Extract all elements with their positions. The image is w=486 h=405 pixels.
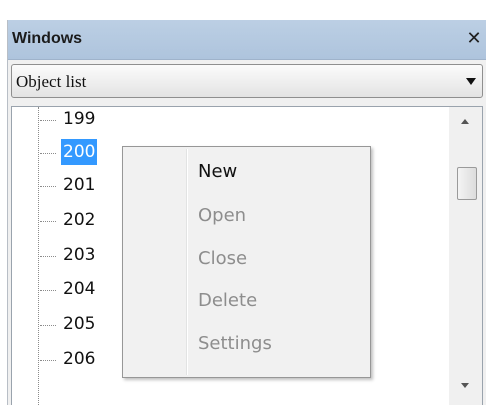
vertical-scrollbar[interactable] (449, 107, 482, 405)
scroll-down-arrow-icon[interactable] (461, 383, 469, 388)
tree-branch-line (40, 256, 56, 257)
menu-item-label: Delete (198, 290, 258, 311)
tree-branch-line (40, 186, 56, 187)
tree-item-199[interactable]: 199 (38, 107, 158, 132)
menu-item-new[interactable]: New (125, 153, 368, 193)
tree-item-label[interactable]: 204 (61, 276, 97, 302)
tree-branch-line (40, 360, 56, 361)
menu-item-label: New (198, 161, 238, 182)
tree-item-label[interactable]: 206 (61, 346, 97, 372)
tree-item-label[interactable]: 203 (61, 242, 97, 268)
close-icon[interactable]: ✕ (464, 27, 484, 51)
tree-item-label[interactable]: 199 (61, 107, 97, 132)
dropdown-value: Object list (16, 72, 87, 91)
tree-branch-line (40, 290, 56, 291)
tree-item-label[interactable]: 205 (61, 311, 97, 337)
tree-branch-line (40, 221, 56, 222)
menu-item-label: Settings (198, 333, 272, 354)
tree-item-label[interactable]: 202 (61, 207, 97, 233)
tree-branch-line (40, 120, 56, 121)
menu-item-delete[interactable]: Delete (125, 282, 368, 322)
menu-item-settings[interactable]: Settings (125, 325, 368, 365)
tree-branch-line (40, 325, 56, 326)
tree-branch-line (40, 153, 56, 154)
tree-item-label[interactable]: 201 (61, 172, 97, 198)
chevron-down-icon[interactable] (466, 78, 476, 85)
menu-item-close[interactable]: Close (125, 240, 368, 280)
menu-item-label: Close (198, 248, 248, 269)
menu-item-open[interactable]: Open (125, 197, 368, 237)
panel-title: Windows (12, 30, 83, 47)
context-menu: New Open Close Delete Settings (122, 146, 371, 378)
object-list-dropdown[interactable]: Object list (11, 64, 483, 98)
menu-item-label: Open (198, 205, 247, 226)
scroll-up-arrow-icon[interactable] (461, 119, 469, 124)
scrollbar-thumb[interactable] (457, 167, 477, 200)
tree-item-label[interactable]: 200 (61, 139, 98, 165)
panel-titlebar: Windows ✕ (8, 20, 486, 60)
